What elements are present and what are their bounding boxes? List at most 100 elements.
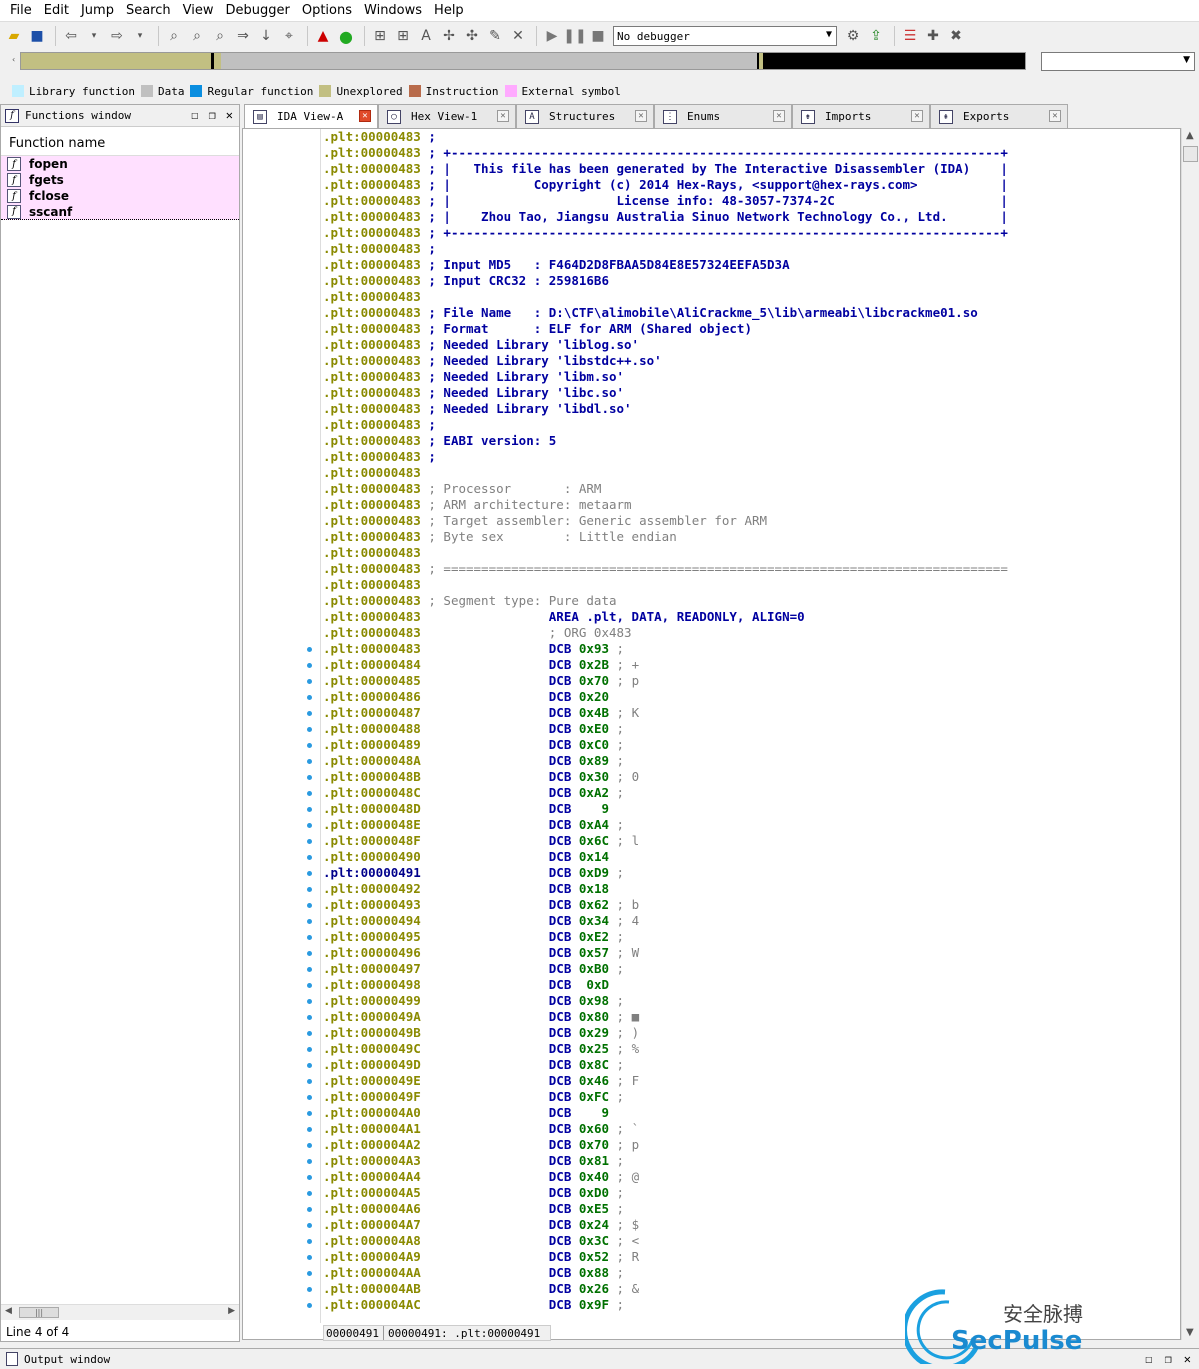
listing-line[interactable]: .plt:00000483 ; +-----------------------…: [323, 145, 1181, 161]
listing-line[interactable]: .plt:00000483 ; | License info: 48-3057-…: [323, 193, 1181, 209]
data-line[interactable]: .plt:0000048A DCB 0x89 ;: [323, 753, 1181, 769]
menu-jump[interactable]: Jump: [75, 3, 120, 18]
forward-arrow-icon[interactable]: ⇨: [107, 26, 127, 46]
data-line[interactable]: .plt:000004A8 DCB 0x3C ; <: [323, 1233, 1181, 1249]
data-line[interactable]: .plt:00000490 DCB 0x14: [323, 849, 1181, 865]
breakpoints-icon[interactable]: ☰: [900, 26, 920, 46]
listing-line[interactable]: .plt:00000483 ;: [323, 129, 1181, 145]
search-binary-icon[interactable]: ⌕: [187, 26, 207, 46]
breakpoint-dot-icon[interactable]: [307, 1271, 312, 1276]
minimize-icon[interactable]: ☐: [191, 108, 198, 122]
restore-icon[interactable]: ❐: [209, 108, 216, 122]
tab-exports[interactable]: ⇞ Exports ✕: [930, 104, 1068, 128]
breakpoint-dot-icon[interactable]: [307, 1015, 312, 1020]
back-dropdown-icon[interactable]: ▾: [84, 26, 104, 46]
breakpoint-dot-icon[interactable]: [307, 1207, 312, 1212]
data-line[interactable]: .plt:000004A7 DCB 0x24 ; $: [323, 1217, 1181, 1233]
breakpoint-dot-icon[interactable]: [307, 1031, 312, 1036]
function-name-column-header[interactable]: Function name: [1, 131, 239, 155]
search-text-icon[interactable]: ⌕: [164, 26, 184, 46]
breakpoint-dot-icon[interactable]: [307, 679, 312, 684]
tab-imports[interactable]: ⇟ Imports ✕: [792, 104, 930, 128]
data-line[interactable]: .plt:0000049B DCB 0x29 ; ): [323, 1025, 1181, 1041]
data-line[interactable]: .plt:0000049D DCB 0x8C ;: [323, 1057, 1181, 1073]
menu-view[interactable]: View: [177, 3, 220, 18]
data-line[interactable]: .plt:00000491 DCB 0xD9 ;: [323, 865, 1181, 881]
breakpoint-dot-icon[interactable]: [307, 711, 312, 716]
make-data-icon[interactable]: ⊞: [393, 26, 413, 46]
breakpoint-dot-icon[interactable]: [307, 919, 312, 924]
undefine-icon[interactable]: ✕: [508, 26, 528, 46]
breakpoint-dot-icon[interactable]: [307, 1303, 312, 1308]
warning-icon[interactable]: ▲: [313, 26, 333, 46]
listing-line[interactable]: .plt:00000483 ; Processor : ARM: [323, 481, 1181, 497]
scroll-down-icon[interactable]: ▼: [1186, 1327, 1194, 1338]
breakpoint-dot-icon[interactable]: [307, 1063, 312, 1068]
minimize-icon[interactable]: ☐: [1145, 1352, 1152, 1366]
listing-line[interactable]: .plt:00000483 ; Input MD5 : F464D2D8FBAA…: [323, 257, 1181, 273]
breakpoint-dot-icon[interactable]: [307, 727, 312, 732]
function-item-fgets[interactable]: f fgets: [1, 172, 239, 188]
breakpoint-dot-icon[interactable]: [307, 999, 312, 1004]
close-icon[interactable]: ✕: [226, 108, 233, 122]
scrollbar-thumb[interactable]: |||: [19, 1307, 59, 1318]
data-line[interactable]: .plt:00000484 DCB 0x2B ; +: [323, 657, 1181, 673]
data-line[interactable]: .plt:000004AA DCB 0x88 ;: [323, 1265, 1181, 1281]
listing-line[interactable]: .plt:00000483 ; Format : ELF for ARM (Sh…: [323, 321, 1181, 337]
breakpoint-dot-icon[interactable]: [307, 903, 312, 908]
breakpoint-dot-icon[interactable]: [307, 1255, 312, 1260]
data-line[interactable]: .plt:000004A1 DCB 0x60 ; `: [323, 1121, 1181, 1137]
listing-line[interactable]: .plt:00000483 ;: [323, 449, 1181, 465]
breakpoint-dot-icon[interactable]: [307, 951, 312, 956]
listing-line[interactable]: .plt:00000483 ; Needed Library 'libstdc+…: [323, 353, 1181, 369]
breakpoint-dot-icon[interactable]: [307, 1159, 312, 1164]
data-line[interactable]: .plt:000004A9 DCB 0x52 ; R: [323, 1249, 1181, 1265]
make-array-icon[interactable]: ✢: [439, 26, 459, 46]
data-line[interactable]: .plt:0000049E DCB 0x46 ; F: [323, 1073, 1181, 1089]
restore-icon[interactable]: ❐: [1165, 1352, 1172, 1366]
make-code-icon[interactable]: ⊞: [370, 26, 390, 46]
breakpoint-dot-icon[interactable]: [307, 647, 312, 652]
breakpoint-dot-icon[interactable]: [307, 1143, 312, 1148]
disassembly-listing[interactable]: .plt:00000483 ; .plt:00000483 ; +--------…: [323, 129, 1181, 1319]
listing-line[interactable]: .plt:00000483 ; Needed Library 'libdl.so…: [323, 401, 1181, 417]
save-icon[interactable]: ■: [27, 26, 47, 46]
create-struct-icon[interactable]: ✣: [462, 26, 482, 46]
breakpoint-dot-icon[interactable]: [307, 855, 312, 860]
data-line[interactable]: .plt:0000048F DCB 0x6C ; l: [323, 833, 1181, 849]
breakpoint-dot-icon[interactable]: [307, 839, 312, 844]
close-tab-icon[interactable]: ✕: [911, 110, 923, 122]
listing-line[interactable]: .plt:00000483 ; Input CRC32 : 259816B6: [323, 273, 1181, 289]
scroll-right-icon[interactable]: ▶: [228, 1306, 235, 1316]
close-tab-icon[interactable]: ✕: [497, 110, 509, 122]
breakpoint-dot-icon[interactable]: [307, 935, 312, 940]
close-tab-icon[interactable]: ✕: [1049, 110, 1061, 122]
data-line[interactable]: .plt:0000049A DCB 0x80 ; ■: [323, 1009, 1181, 1025]
data-line[interactable]: .plt:00000485 DCB 0x70 ; p: [323, 673, 1181, 689]
data-line[interactable]: .plt:00000488 DCB 0xE0 ;: [323, 721, 1181, 737]
data-line[interactable]: .plt:00000487 DCB 0x4B ; K: [323, 705, 1181, 721]
horizontal-scrollbar[interactable]: ◀ ||| ▶: [1, 1304, 239, 1320]
start-debug-icon[interactable]: ▶: [542, 26, 562, 46]
listing-line[interactable]: .plt:00000483 ; Target assembler: Generi…: [323, 513, 1181, 529]
menu-help[interactable]: Help: [428, 3, 470, 18]
status-green-icon[interactable]: ●: [336, 26, 356, 46]
listing-line[interactable]: .plt:00000483: [323, 465, 1181, 481]
navigation-combo[interactable]: ▼: [1041, 52, 1195, 71]
listing-line[interactable]: .plt:00000483 ; ORG 0x483: [323, 625, 1181, 641]
data-line[interactable]: .plt:0000048E DCB 0xA4 ;: [323, 817, 1181, 833]
breakpoint-dot-icon[interactable]: [307, 1127, 312, 1132]
menu-edit[interactable]: Edit: [38, 3, 75, 18]
data-line[interactable]: .plt:00000483 DCB 0x93 ;: [323, 641, 1181, 657]
close-tab-icon[interactable]: ✕: [359, 110, 371, 122]
listing-line[interactable]: .plt:00000483 ; Needed Library 'libc.so': [323, 385, 1181, 401]
navband-left-arrow-icon[interactable]: ‹: [12, 55, 15, 64]
breakpoint-dot-icon[interactable]: [307, 887, 312, 892]
listing-line[interactable]: .plt:00000483 ; EABI version: 5: [323, 433, 1181, 449]
breakpoint-dot-icon[interactable]: [307, 1079, 312, 1084]
breakpoint-dot-icon[interactable]: [307, 743, 312, 748]
breakpoint-dot-icon[interactable]: [307, 983, 312, 988]
tab-hex-view-1[interactable]: ◯ Hex View-1 ✕: [378, 104, 516, 128]
debugger-options-icon[interactable]: ⚙: [843, 26, 863, 46]
data-line[interactable]: .plt:00000495 DCB 0xE2 ;: [323, 929, 1181, 945]
